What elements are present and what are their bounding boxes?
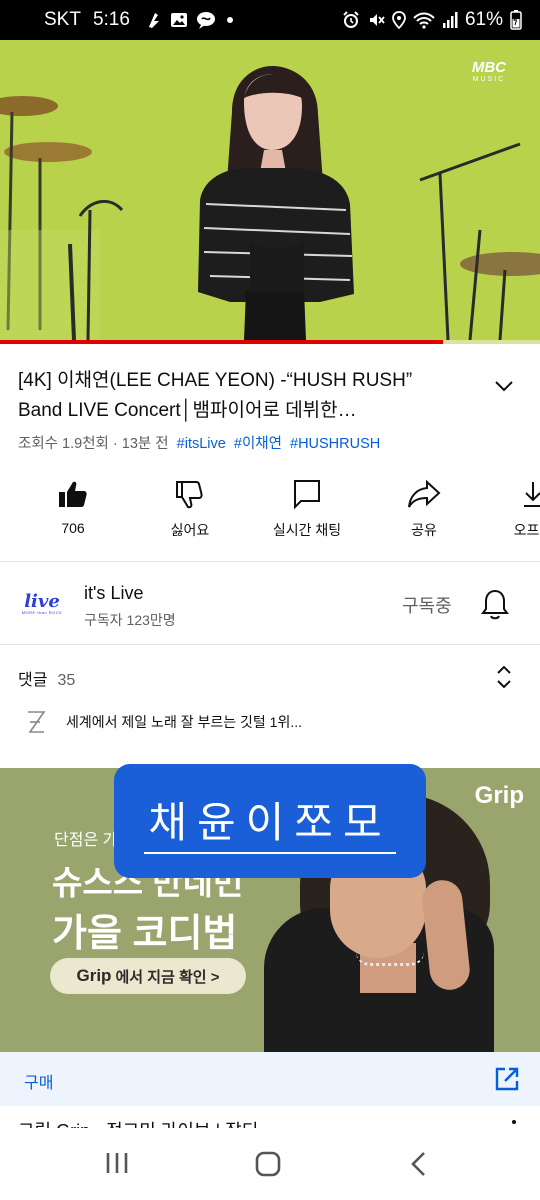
hashtag-link[interactable]: #이채연 (234, 436, 282, 452)
mute-icon (369, 14, 385, 26)
subscribe-button[interactable]: 구독중 (402, 592, 452, 618)
top-comment: 세계에서 제일 노래 잘 부르는 깃털 1위... (66, 714, 302, 730)
share-button[interactable]: 공유 (369, 476, 479, 540)
video-frame (0, 40, 540, 340)
battery-icon (510, 10, 522, 30)
thumbs-up-icon (59, 481, 87, 507)
video-title-block[interactable]: [4K] 이채연(LEE CHAE YEON) -“HUSH RUSH” Ban… (18, 366, 458, 426)
dislike-label: 싫어요 (170, 522, 210, 538)
thumbs-down-icon (176, 481, 203, 509)
buy-bar[interactable]: 구매 (0, 1052, 540, 1106)
signal-icon (442, 12, 458, 28)
channel-watermark: MBC MUSIC (472, 60, 506, 86)
divider (0, 644, 540, 645)
share-label: 공유 (411, 522, 437, 538)
offline-icon (524, 482, 540, 507)
offline-button[interactable]: 오프라 (478, 476, 540, 540)
alarm-icon (343, 11, 359, 28)
avatar-logo-text: live (24, 590, 60, 612)
ad-headline-2: 가을 코디법 (52, 913, 238, 955)
gallery-icon (170, 13, 187, 27)
upload-time: 13분 전 (121, 436, 169, 452)
subscriber-count: 구독자 123만명 (84, 612, 176, 628)
like-button[interactable]: 706 (18, 476, 128, 536)
comments-header: 댓글 35 (18, 666, 75, 690)
ad-brand-logo: Grip (474, 782, 524, 809)
wifi-icon (413, 12, 435, 29)
commenter-avatar (28, 711, 46, 733)
location-icon (392, 11, 406, 29)
offline-label: 오프라 (513, 522, 540, 538)
unfold-icon[interactable] (494, 664, 514, 690)
ad-cta-brand: Grip (76, 966, 112, 985)
comments-section[interactable]: 댓글 35 세계에서 제일 노래 잘 부르는 깃털 1위... (0, 646, 540, 766)
video-title[interactable]: [4K] 이채연(LEE CHAE YEON) -“HUSH RUSH” Ban… (18, 366, 458, 426)
open-external-icon[interactable] (494, 1066, 520, 1092)
sticker-text: 채윤이쪼모 (144, 789, 396, 854)
share-icon (408, 479, 441, 508)
progress-fill (0, 340, 443, 344)
ad-photo-necklace (356, 952, 424, 966)
like-count: 706 (61, 520, 85, 536)
hashtag-link[interactable]: #itsLive (177, 436, 226, 452)
dislike-button[interactable]: 싫어요 (135, 476, 245, 540)
meta-separator: · (112, 436, 118, 452)
watermark-sub: MUSIC (472, 76, 506, 83)
video-meta: 조회수 1.9천회 · 13분 전 #itsLive #이채연 #HUSHRUS… (18, 432, 380, 453)
comments-label: 댓글 (18, 672, 48, 689)
battery-percent: 61% (464, 9, 503, 30)
live-chat-icon (294, 480, 320, 510)
video-player[interactable]: MBC MUSIC (0, 40, 540, 344)
recent-apps-icon[interactable] (104, 1150, 130, 1176)
ad-cta-button[interactable]: Grip 에서 지금 확인 > (50, 958, 246, 994)
chat-bubble-icon (196, 12, 215, 29)
channel-name[interactable]: it's Live (84, 583, 143, 604)
carrier-label: SKT (44, 9, 81, 30)
channel-row[interactable]: live MORE than ROCK it's Live 구독자 123만명 … (0, 562, 540, 644)
hashtag-link[interactable]: #HUSHRUSH (290, 436, 380, 452)
comments-count: 35 (57, 672, 76, 689)
sticker-overlay: 채윤이쪼모 (114, 764, 426, 878)
ad-subtitle: 단점은 가 (54, 832, 118, 849)
system-nav-bar (0, 1128, 540, 1200)
view-count: 조회수 1.9천회 (18, 436, 109, 452)
ad-cta-text: 에서 지금 확인 > (115, 968, 220, 986)
bixby-icon (148, 13, 159, 28)
channel-avatar[interactable]: live MORE than ROCK (20, 582, 64, 626)
avatar-logo-sub: MORE than ROCK (21, 609, 63, 615)
home-icon[interactable] (254, 1150, 282, 1178)
live-chat-button[interactable]: 실시간 채팅 (252, 476, 362, 540)
dot-icon (226, 17, 233, 23)
status-bar: SKT 5:16 61% (0, 0, 540, 40)
clock: 5:16 (92, 9, 130, 30)
live-chat-label: 실시간 채팅 (272, 522, 342, 538)
bell-icon[interactable] (480, 588, 510, 620)
chevron-down-icon[interactable] (492, 374, 516, 398)
action-row: 706 싫어요 실시간 채팅 공유 오프라 (0, 476, 540, 548)
buy-label[interactable]: 구매 (24, 1069, 53, 1093)
back-icon[interactable] (408, 1150, 430, 1178)
